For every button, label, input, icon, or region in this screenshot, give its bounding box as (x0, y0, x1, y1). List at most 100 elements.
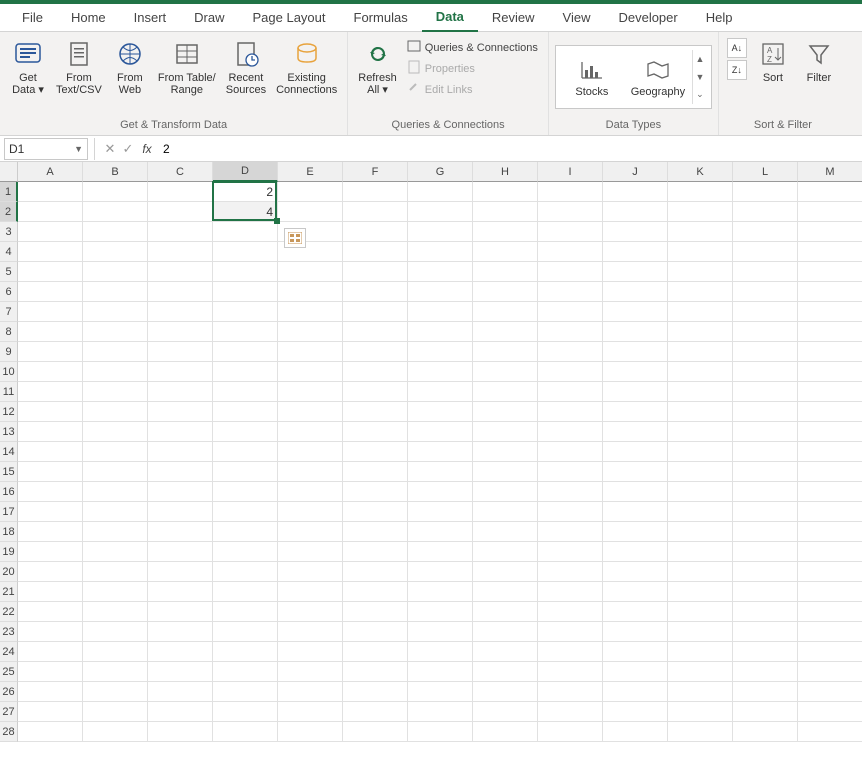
cell[interactable] (668, 262, 733, 282)
cell[interactable] (148, 222, 213, 242)
cell[interactable] (18, 542, 83, 562)
cell[interactable] (473, 602, 538, 622)
cell[interactable] (733, 262, 798, 282)
cell[interactable] (148, 722, 213, 742)
row-header[interactable]: 12 (0, 402, 18, 422)
row-header[interactable]: 24 (0, 642, 18, 662)
cell[interactable] (538, 702, 603, 722)
data-types-down[interactable]: ▼ (693, 68, 707, 86)
cell[interactable] (343, 622, 408, 642)
cell[interactable] (733, 482, 798, 502)
cell[interactable] (538, 262, 603, 282)
tab-data[interactable]: Data (422, 4, 478, 32)
cell[interactable] (668, 502, 733, 522)
column-header-B[interactable]: B (83, 162, 148, 182)
cell[interactable] (798, 622, 862, 642)
row-header[interactable]: 23 (0, 622, 18, 642)
filter-button[interactable]: Filter (797, 36, 841, 86)
cell[interactable] (668, 242, 733, 262)
cell[interactable] (603, 422, 668, 442)
cell[interactable] (538, 482, 603, 502)
cell[interactable] (408, 542, 473, 562)
cell[interactable] (18, 202, 83, 222)
cell[interactable] (343, 342, 408, 362)
cell[interactable] (603, 282, 668, 302)
cell[interactable] (278, 722, 343, 742)
cell[interactable] (213, 462, 278, 482)
cell[interactable] (278, 442, 343, 462)
cell[interactable] (18, 642, 83, 662)
cell[interactable] (408, 282, 473, 302)
row-header[interactable]: 4 (0, 242, 18, 262)
cell[interactable] (343, 322, 408, 342)
row-header[interactable]: 3 (0, 222, 18, 242)
cell[interactable] (733, 682, 798, 702)
cell[interactable] (798, 662, 862, 682)
cell[interactable] (83, 262, 148, 282)
cell[interactable] (798, 242, 862, 262)
cell[interactable] (278, 542, 343, 562)
cell[interactable] (18, 422, 83, 442)
cell[interactable] (538, 242, 603, 262)
cell[interactable] (18, 442, 83, 462)
name-box[interactable]: D1 ▼ (4, 138, 88, 160)
cell[interactable] (408, 682, 473, 702)
row-header[interactable]: 16 (0, 482, 18, 502)
cell[interactable] (733, 402, 798, 422)
cell[interactable] (733, 302, 798, 322)
cell[interactable] (798, 322, 862, 342)
column-header-K[interactable]: K (668, 162, 733, 182)
cell[interactable] (83, 602, 148, 622)
cell[interactable] (18, 562, 83, 582)
cell[interactable] (603, 642, 668, 662)
cell[interactable] (278, 202, 343, 222)
cell[interactable] (668, 322, 733, 342)
cell[interactable] (798, 262, 862, 282)
cell[interactable] (278, 662, 343, 682)
quick-analysis-button[interactable] (284, 228, 306, 248)
cell[interactable] (18, 622, 83, 642)
cell[interactable] (148, 462, 213, 482)
cell[interactable] (603, 442, 668, 462)
cell[interactable] (668, 622, 733, 642)
cell[interactable] (473, 342, 538, 362)
cell[interactable] (798, 582, 862, 602)
cell[interactable] (603, 682, 668, 702)
cell[interactable] (798, 422, 862, 442)
stocks-button[interactable]: Stocks (560, 56, 624, 98)
cell[interactable] (343, 522, 408, 542)
cell[interactable] (83, 402, 148, 422)
cell[interactable] (18, 582, 83, 602)
cell[interactable] (538, 362, 603, 382)
cell[interactable] (798, 562, 862, 582)
cell[interactable] (148, 662, 213, 682)
cell[interactable] (668, 582, 733, 602)
cell[interactable] (603, 622, 668, 642)
cell[interactable] (213, 402, 278, 422)
from-table-range-button[interactable]: From Table/ Range (154, 36, 220, 98)
cell[interactable] (148, 382, 213, 402)
cell[interactable] (733, 442, 798, 462)
cell[interactable] (83, 222, 148, 242)
cell[interactable] (798, 342, 862, 362)
cell[interactable] (733, 322, 798, 342)
cell[interactable] (473, 642, 538, 662)
cell[interactable] (798, 722, 862, 742)
cell[interactable] (603, 202, 668, 222)
row-header[interactable]: 15 (0, 462, 18, 482)
cell[interactable] (213, 662, 278, 682)
cell[interactable] (798, 362, 862, 382)
tab-insert[interactable]: Insert (120, 4, 181, 32)
cell[interactable] (278, 182, 343, 202)
cell[interactable] (603, 382, 668, 402)
cell[interactable] (408, 502, 473, 522)
cell[interactable] (668, 722, 733, 742)
row-header[interactable]: 10 (0, 362, 18, 382)
row-header[interactable]: 1 (0, 182, 18, 202)
cell[interactable] (668, 482, 733, 502)
column-header-I[interactable]: I (538, 162, 603, 182)
cell[interactable]: 2 (213, 182, 278, 202)
cell[interactable] (83, 562, 148, 582)
cell[interactable] (473, 622, 538, 642)
cell[interactable] (83, 282, 148, 302)
